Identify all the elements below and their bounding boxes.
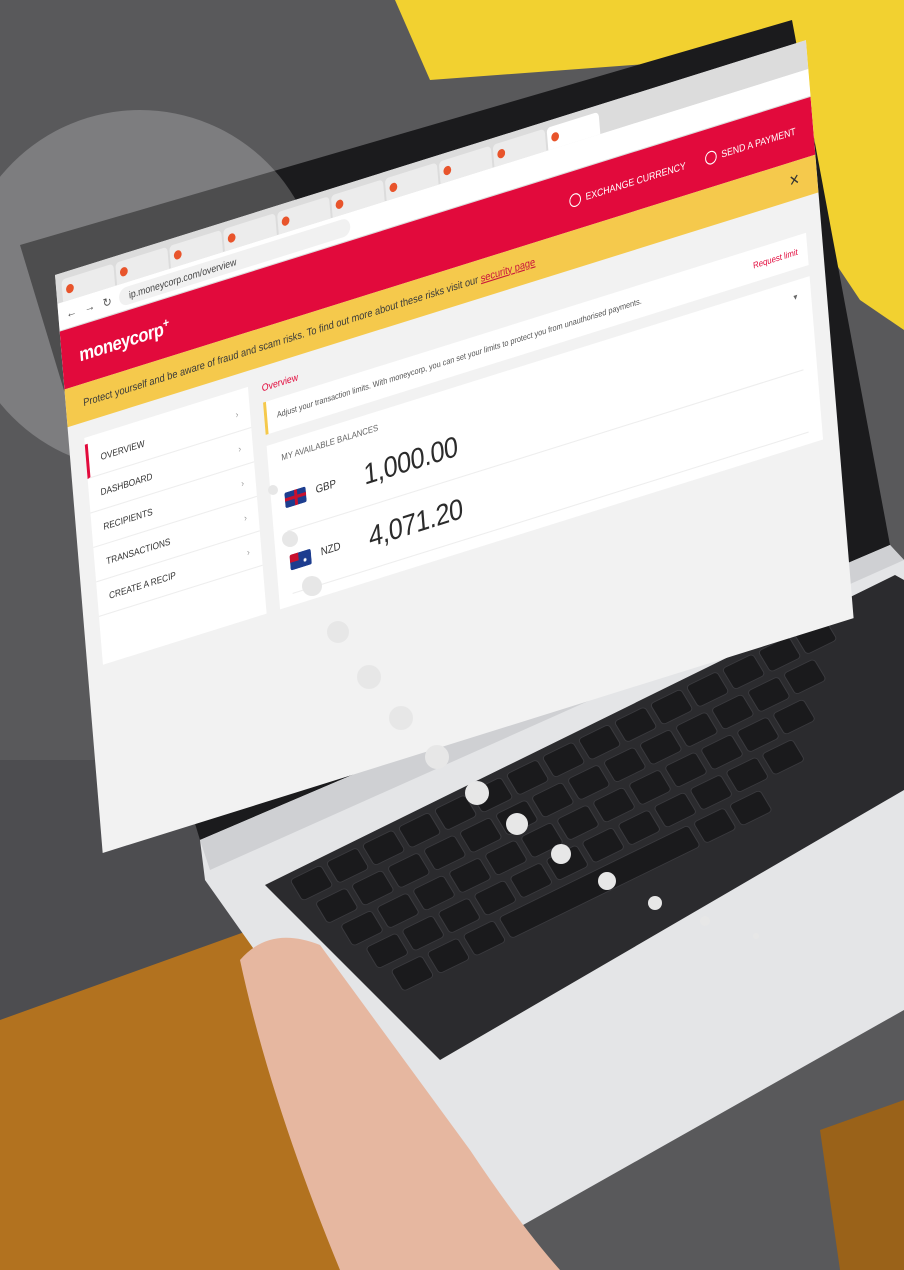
arc-dot bbox=[268, 485, 278, 495]
arc-dot bbox=[465, 781, 489, 805]
moneycorp-logo[interactable]: moneycorp+ bbox=[78, 316, 170, 367]
favicon-icon bbox=[227, 232, 236, 244]
sidebar-nav: OVERVIEW › DASHBOARD › RECIPIENTS › TRANSAC… bbox=[84, 386, 267, 665]
favicon-icon bbox=[497, 148, 506, 160]
arc-dot bbox=[551, 844, 571, 864]
arc-dot bbox=[506, 813, 528, 835]
security-page-link[interactable]: security page bbox=[480, 256, 535, 285]
nz-flag-icon bbox=[289, 547, 312, 571]
favicon-icon bbox=[119, 266, 129, 278]
request-limit-link[interactable]: Request limit bbox=[753, 247, 798, 271]
favicon-icon bbox=[389, 181, 398, 194]
arc-dot bbox=[282, 531, 298, 547]
favicon-icon bbox=[65, 282, 75, 295]
send-payment-button[interactable]: SEND A PAYMENT bbox=[704, 124, 796, 167]
exchange-icon bbox=[568, 191, 582, 209]
close-icon[interactable]: ✕ bbox=[788, 170, 800, 191]
arc-dot bbox=[327, 621, 349, 643]
chevron-right-icon: › bbox=[243, 511, 248, 524]
favicon-icon bbox=[173, 249, 182, 261]
favicon-icon bbox=[550, 131, 560, 143]
reload-icon[interactable]: ↻ bbox=[102, 293, 112, 310]
arc-dot bbox=[389, 706, 413, 730]
arc-dot bbox=[425, 745, 449, 769]
arc-dot bbox=[302, 576, 322, 596]
favicon-icon bbox=[281, 215, 290, 227]
currency-code: NZD bbox=[320, 540, 342, 559]
arc-dot bbox=[357, 665, 381, 689]
chevron-right-icon: › bbox=[246, 546, 251, 559]
forward-arrow-icon[interactable]: → bbox=[84, 299, 96, 316]
chevron-right-icon: › bbox=[235, 408, 239, 421]
favicon-icon bbox=[335, 198, 344, 210]
uk-flag-icon bbox=[284, 485, 307, 508]
back-arrow-icon[interactable]: ← bbox=[66, 305, 78, 322]
chevron-right-icon: › bbox=[237, 442, 242, 455]
chevron-right-icon: › bbox=[240, 477, 245, 490]
arc-dot bbox=[700, 916, 710, 926]
arc-dot bbox=[753, 933, 759, 939]
currency-code: GBP bbox=[315, 478, 337, 497]
arc-dot bbox=[598, 872, 616, 890]
send-icon bbox=[704, 149, 718, 167]
favicon-icon bbox=[443, 164, 452, 177]
chevron-down-icon[interactable]: ▾ bbox=[793, 291, 798, 302]
arc-dot bbox=[648, 896, 662, 910]
